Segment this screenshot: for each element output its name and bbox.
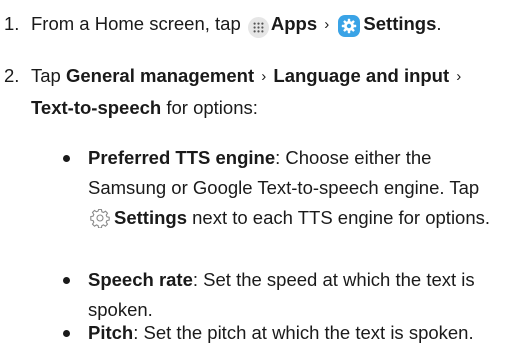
step-2-text: Tap General management › Language and in…: [31, 61, 509, 123]
bullet-body-2: next to each TTS engine for options.: [192, 207, 491, 228]
bullet-sep: :: [133, 322, 139, 343]
step-1-end: .: [436, 13, 442, 34]
settings-label: Settings: [363, 13, 437, 34]
instructions-page: 1. From a Home screen, tap Apps › Settin…: [0, 0, 515, 353]
settings-label: Settings: [114, 207, 187, 228]
bullet-text: Preferred TTS engine: Choose either the …: [88, 143, 506, 233]
step-2-lead: Tap: [31, 65, 61, 86]
language-input-label: Language and input: [273, 65, 450, 86]
bullet-term: Preferred TTS engine: [88, 147, 276, 168]
bullet-dot: [63, 277, 70, 284]
step-1-text: From a Home screen, tap Apps › Settings.: [31, 9, 509, 41]
bullet-sep: :: [275, 147, 281, 168]
apps-grid-icon: [247, 17, 269, 38]
bullet-term: Pitch: [88, 322, 134, 343]
bullet-text: Speech rate: Set the speed at which the …: [88, 265, 506, 325]
chevron-right-icon: ›: [456, 68, 462, 85]
step-2-tail: for options:: [166, 97, 258, 118]
bullet-term: Speech rate: [88, 269, 193, 290]
apps-label: Apps: [270, 13, 318, 34]
chevron-right-icon: ›: [261, 68, 267, 85]
settings-app-icon: [338, 15, 361, 37]
step-number: 1.: [4, 13, 20, 34]
gear-outline-icon: [89, 207, 111, 229]
bullet-dot: [63, 330, 70, 337]
bullet-sep: :: [192, 269, 199, 290]
step-number: 2.: [4, 65, 20, 86]
step-1-lead: From a Home screen, tap: [31, 13, 241, 34]
general-management-label: General management: [65, 65, 255, 86]
text-to-speech-label: Text-to-speech: [31, 97, 162, 118]
bullet-body: Set the pitch at which the text is spoke…: [143, 322, 474, 343]
chevron-right-icon: ›: [324, 16, 330, 33]
bullet-text: Pitch: Set the pitch at which the text i…: [88, 318, 506, 348]
bullet-dot: [63, 155, 70, 162]
